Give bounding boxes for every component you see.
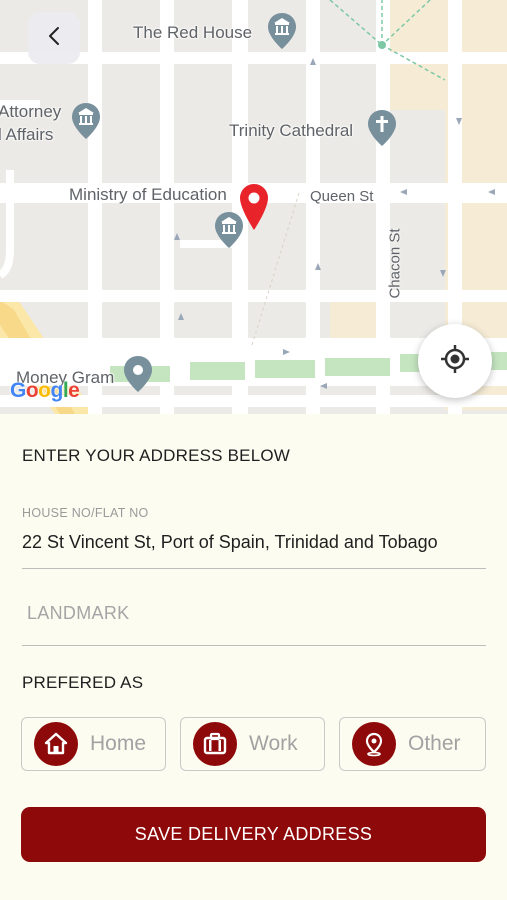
house-field-underline <box>22 568 486 569</box>
option-work-button[interactable]: Work <box>180 717 325 771</box>
map-place-affairs: l Affairs <box>0 125 54 144</box>
map-place-attorney: Attorney <box>0 102 62 121</box>
google-logo: Google <box>10 379 80 402</box>
selected-location-pin-icon[interactable] <box>240 184 268 235</box>
location-pin-icon <box>352 722 396 766</box>
map-place-cathedral: Trinity Cathedral <box>229 121 354 140</box>
landmark-field-underline <box>22 645 486 646</box>
preference-heading: PREFERED AS <box>22 673 144 692</box>
home-icon <box>34 722 78 766</box>
chevron-left-icon <box>47 25 61 52</box>
church-icon <box>368 110 396 151</box>
back-button[interactable] <box>28 12 80 64</box>
landmark-input[interactable] <box>22 595 486 631</box>
address-heading: ENTER YOUR ADDRESS BELOW <box>22 446 291 465</box>
street-label-queen: Queen St <box>310 188 374 205</box>
my-location-button[interactable] <box>418 324 492 398</box>
house-field[interactable]: 22 St Vincent St, Port of Spain, Trinida… <box>22 532 438 553</box>
place-pin-icon <box>124 356 152 397</box>
option-work-label: Work <box>249 732 298 755</box>
landmark-icon <box>268 13 296 54</box>
house-field-label: HOUSE NO/FLAT NO <box>22 506 149 520</box>
my-location-icon <box>440 344 470 379</box>
option-other-button[interactable]: Other <box>339 717 486 771</box>
landmark-icon <box>215 212 243 253</box>
landmark-icon <box>72 103 100 144</box>
address-form-panel: ENTER YOUR ADDRESS BELOW HOUSE NO/FLAT N… <box>0 414 507 900</box>
option-other-label: Other <box>408 732 461 755</box>
option-home-button[interactable]: Home <box>21 717 166 771</box>
street-label-chacon: Chacon St <box>386 228 404 299</box>
map-view[interactable]: The Red House Attorney l Affairs Trinity… <box>0 0 507 414</box>
map-place-ministry: Ministry of Education <box>69 185 227 204</box>
option-home-label: Home <box>90 732 147 755</box>
save-delivery-address-button[interactable]: SAVE DELIVERY ADDRESS <box>21 807 486 862</box>
briefcase-icon <box>193 722 237 766</box>
map-place-red-house: The Red House <box>133 23 253 42</box>
